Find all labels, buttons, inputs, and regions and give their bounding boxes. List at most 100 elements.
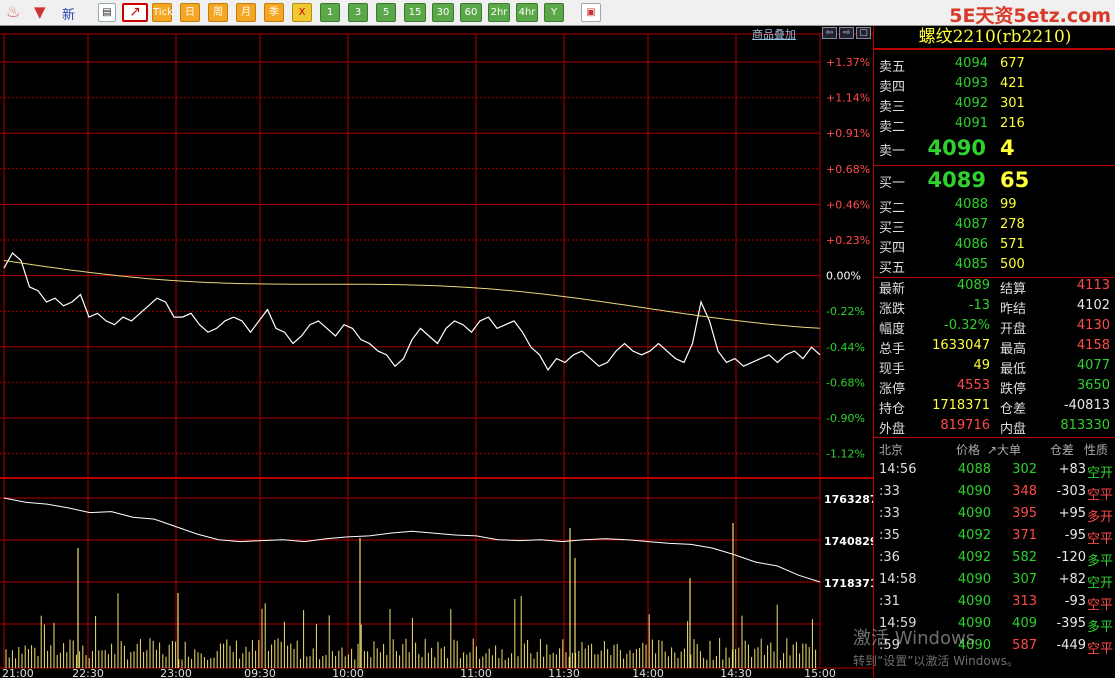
divider bbox=[874, 165, 1115, 166]
period-button-0[interactable]: Tick bbox=[152, 3, 173, 22]
trade-size: 582 bbox=[1012, 550, 1037, 565]
bid-label: 买四 bbox=[879, 241, 906, 256]
chef-hat-icon[interactable]: ♨ bbox=[6, 3, 24, 21]
stat-label: 涨停 bbox=[879, 382, 906, 397]
trade-nature: 多平 bbox=[1086, 554, 1113, 569]
calendar-icon[interactable]: ▣ bbox=[581, 3, 601, 22]
stat-row: 现手 49 最低 4077 bbox=[874, 358, 1115, 378]
trade-row[interactable]: 14:56 4088 302 +83 空开 bbox=[874, 462, 1115, 484]
trade-time: :35 bbox=[879, 528, 900, 543]
period-button-2[interactable]: 周 bbox=[208, 3, 228, 22]
stat-label: 昨结 bbox=[1000, 302, 1027, 317]
trade-time: 14:56 bbox=[879, 462, 917, 477]
ask-row-2[interactable]: 卖二 4091 216 bbox=[874, 116, 1115, 136]
bid-row-5[interactable]: 买五 4085 500 bbox=[874, 257, 1115, 277]
ask-price: 4094 bbox=[954, 56, 988, 71]
trade-nature: 空开 bbox=[1086, 466, 1113, 481]
period-button-9[interactable]: 15 bbox=[404, 3, 426, 22]
table-icon[interactable]: ▤ bbox=[98, 3, 116, 22]
trade-row[interactable]: 14:58 4090 307 +82 空开 bbox=[874, 572, 1115, 594]
nav-left-icon[interactable]: ⇦ bbox=[822, 27, 837, 39]
ask-row-3[interactable]: 卖三 4092 301 bbox=[874, 96, 1115, 116]
period-button-5[interactable]: X bbox=[292, 3, 312, 22]
bid-volume: 278 bbox=[1000, 217, 1025, 232]
period-button-3[interactable]: 月 bbox=[236, 3, 256, 22]
trade-row[interactable]: :33 4090 395 +95 多开 bbox=[874, 506, 1115, 528]
stat-label: 结算 bbox=[1000, 282, 1027, 297]
stat-label: 仓差 bbox=[1000, 402, 1027, 417]
trade-oi-diff: -303 bbox=[1056, 484, 1086, 499]
bid-row-2[interactable]: 买二 4088 99 bbox=[874, 197, 1115, 217]
filter-icon[interactable]: ▼ bbox=[34, 3, 52, 21]
commodity-overlay-link[interactable]: 商品叠加 bbox=[752, 26, 796, 42]
period-button-4[interactable]: 季 bbox=[264, 3, 284, 22]
oi-axis-label: 1718371 bbox=[824, 577, 873, 590]
trade-row[interactable]: 14:59 4090 409 -395 多平 bbox=[874, 616, 1115, 638]
time-axis-label: 23:00 bbox=[160, 667, 192, 678]
stat-row: 最新 4089 结算 4113 bbox=[874, 278, 1115, 298]
bid-row-4[interactable]: 买四 4086 571 bbox=[874, 237, 1115, 257]
bid-volume: 65 bbox=[1000, 168, 1030, 192]
period-button-6[interactable]: 1 bbox=[320, 3, 340, 22]
ask-row-4[interactable]: 卖四 4093 421 bbox=[874, 76, 1115, 96]
ask-volume: 421 bbox=[1000, 76, 1025, 91]
trade-size: 302 bbox=[1012, 462, 1037, 477]
period-button-1[interactable]: 日 bbox=[180, 3, 200, 22]
pct-axis-label: -0.90% bbox=[826, 412, 865, 425]
intraday-chart[interactable]: +1.37% +1.14% +0.91% +0.68% +0.46% +0.23% 0.00… bbox=[0, 26, 873, 678]
ask-price: 4090 bbox=[927, 136, 986, 160]
trade-size: 395 bbox=[1012, 506, 1037, 521]
intraday-chart-button[interactable]: ↗ bbox=[122, 3, 148, 22]
stat-label: 跌停 bbox=[1000, 382, 1027, 397]
expand-icon[interactable]: ▢ bbox=[856, 27, 871, 39]
stat-value: -40813 bbox=[1063, 398, 1110, 413]
stat-value: 819716 bbox=[940, 418, 990, 433]
stat-label: 最低 bbox=[1000, 362, 1027, 377]
trade-price: 4090 bbox=[957, 638, 991, 653]
ask-volume: 677 bbox=[1000, 56, 1025, 71]
trade-row[interactable]: :36 4092 582 -120 多平 bbox=[874, 550, 1115, 572]
ask-row-5[interactable]: 卖五 4094 677 bbox=[874, 56, 1115, 76]
stat-label: 幅度 bbox=[879, 322, 906, 337]
bid-row-1[interactable]: 买一 4089 65 bbox=[874, 168, 1115, 192]
trade-row[interactable]: :33 4090 348 -303 空平 bbox=[874, 484, 1115, 506]
new-button[interactable]: 新 bbox=[62, 4, 75, 23]
stat-value: 4130 bbox=[1076, 318, 1110, 333]
trade-time: 14:59 bbox=[879, 616, 917, 631]
quote-panel: 螺纹2210(rb2210) 卖五 4094 677 卖四 4093 421 卖三 4092 3… bbox=[873, 26, 1115, 678]
toolbar: ♨ ▼ 新 ▤ ↗ Tick 日周月季 X 1 3 5 15 30 60 2hr 4hr Y ▣ 5E… bbox=[0, 0, 1115, 27]
period-button-13[interactable]: 4hr bbox=[516, 3, 538, 22]
period-button-14[interactable]: Y bbox=[544, 3, 564, 22]
ask-price: 4091 bbox=[954, 116, 988, 131]
bid-price: 4088 bbox=[954, 197, 988, 212]
stat-value: 4077 bbox=[1076, 358, 1110, 373]
bid-price: 4089 bbox=[927, 168, 986, 192]
bid-label: 买一 bbox=[879, 176, 906, 191]
chart-canvas[interactable]: +1.37% +1.14% +0.91% +0.68% +0.46% +0.23% 0.00… bbox=[0, 26, 873, 678]
ask-price: 4092 bbox=[954, 96, 988, 111]
trade-row[interactable]: :31 4090 313 -93 空平 bbox=[874, 594, 1115, 616]
trade-time: :59 bbox=[879, 638, 900, 653]
stat-value: 1633047 bbox=[932, 338, 990, 353]
trade-price: 4090 bbox=[957, 594, 991, 609]
ask-row-1[interactable]: 卖一 4090 4 bbox=[874, 136, 1115, 160]
bid-row-3[interactable]: 买三 4087 278 bbox=[874, 217, 1115, 237]
stat-row: 持仓 1718371 仓差 -40813 bbox=[874, 398, 1115, 418]
trade-size: 348 bbox=[1012, 484, 1037, 499]
trade-row[interactable]: :59 4090 587 -449 空平 bbox=[874, 638, 1115, 660]
time-axis-label: 22:30 bbox=[72, 667, 104, 678]
trade-oi-diff: +95 bbox=[1058, 506, 1086, 521]
trade-size: 409 bbox=[1012, 616, 1037, 631]
period-button-8[interactable]: 5 bbox=[376, 3, 396, 22]
period-button-7[interactable]: 3 bbox=[348, 3, 368, 22]
period-button-12[interactable]: 2hr bbox=[488, 3, 510, 22]
trade-row[interactable]: :35 4092 371 -95 空平 bbox=[874, 528, 1115, 550]
pct-axis-label: -0.68% bbox=[826, 376, 865, 389]
nav-right-icon[interactable]: ⇨ bbox=[839, 27, 854, 39]
trades-header-size: ↗大单 bbox=[987, 443, 1022, 457]
stat-value: 4089 bbox=[956, 278, 990, 293]
period-button-10[interactable]: 30 bbox=[432, 3, 454, 22]
ask-price: 4093 bbox=[954, 76, 988, 91]
oi-axis-label: 1763287 bbox=[824, 493, 873, 506]
period-button-11[interactable]: 60 bbox=[460, 3, 482, 22]
